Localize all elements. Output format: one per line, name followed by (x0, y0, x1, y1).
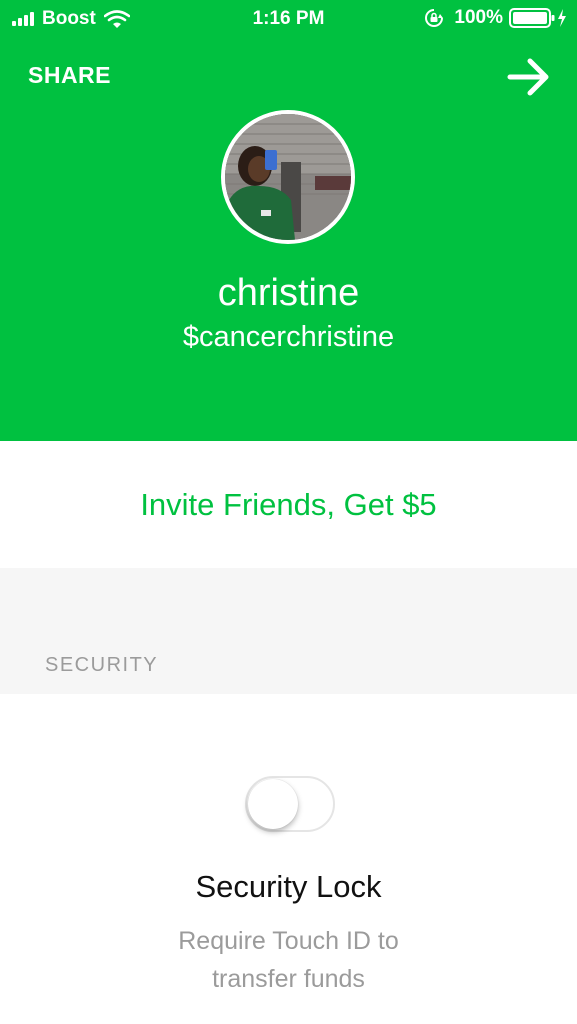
avatar[interactable] (221, 110, 355, 244)
orientation-lock-icon (425, 9, 444, 27)
section-header: SECURITY (0, 568, 577, 694)
profile-cashtag: $cancerchristine (182, 321, 395, 353)
invite-friends-button[interactable]: Invite Friends, Get $5 (0, 487, 577, 523)
profile-name: christine (217, 272, 360, 314)
arrow-right-icon[interactable] (506, 57, 552, 97)
status-bar: Boost 1:16 PM 100% (0, 0, 577, 38)
security-lock-title: Security Lock (195, 869, 382, 904)
battery-icon (509, 8, 555, 28)
share-button[interactable]: SHARE (28, 62, 111, 89)
security-section-label: SECURITY (45, 654, 159, 676)
toggle-knob (248, 779, 298, 829)
security-lock-toggle[interactable] (245, 776, 335, 832)
charging-bolt-icon (558, 9, 566, 27)
battery-percent: 100% (454, 7, 503, 28)
invite-section: Invite Friends, Get $5 (0, 441, 577, 568)
profile-header: Boost 1:16 PM 100% SHARE christine $canc… (0, 0, 577, 441)
status-right: 100% (424, 7, 567, 29)
avatar-photo (225, 114, 351, 240)
security-lock-description: Require Touch ID to transfer funds (178, 927, 399, 993)
